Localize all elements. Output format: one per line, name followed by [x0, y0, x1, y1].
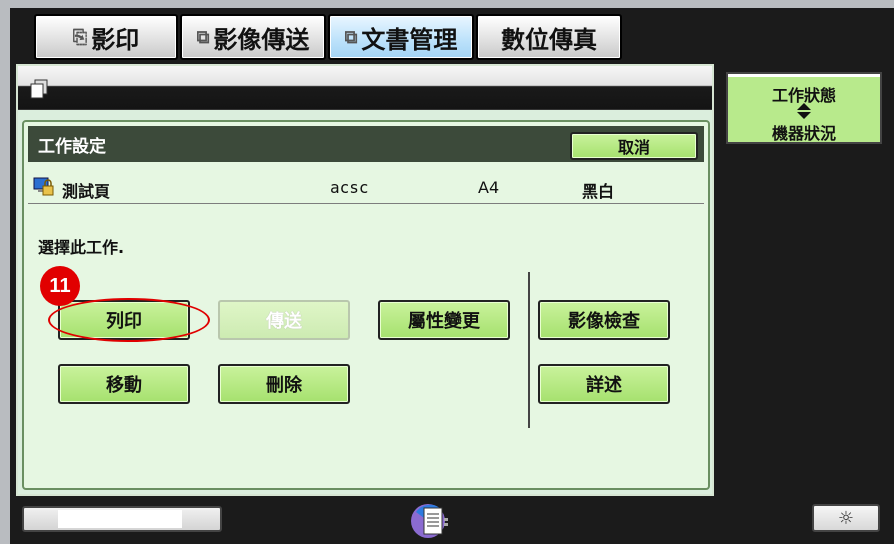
button-divider: [528, 272, 530, 428]
job-row[interactable]: 測試頁 acsc A4 黑白: [28, 170, 704, 204]
detail-label: 詳述: [586, 375, 622, 396]
job-paper-size: A4: [478, 178, 500, 197]
tab-document-filing[interactable]: ⧉ 文書管理: [328, 14, 474, 60]
document-status-icon[interactable]: [410, 502, 450, 540]
title-bar: [18, 66, 712, 110]
send-button: 傳送: [218, 300, 350, 340]
job-settings-panel: 工作設定 取消 測試頁 acsc A4 黑白 選擇此工作. 列印 傳送 屬性變更…: [22, 120, 710, 490]
tab-digital-fax[interactable]: 數位傳真: [476, 14, 622, 60]
property-change-button[interactable]: 屬性變更: [378, 300, 510, 340]
tab-image-send-label: 影像傳送: [213, 25, 310, 54]
delete-button[interactable]: 刪除: [218, 364, 350, 404]
job-name: 測試頁: [62, 182, 111, 201]
tab-document-filing-label: 文書管理: [361, 25, 458, 54]
tab-copy[interactable]: ⎘ 影印: [34, 14, 178, 60]
image-send-icon: ⧉: [196, 26, 210, 48]
cancel-button[interactable]: 取消: [570, 132, 698, 160]
step-number-badge: 11: [40, 266, 80, 306]
job-settings-title: 工作設定: [38, 136, 106, 157]
main-area: 工作設定 取消 測試頁 acsc A4 黑白 選擇此工作. 列印 傳送 屬性變更…: [16, 64, 714, 496]
document-filing-icon: ⧉: [344, 26, 358, 48]
documents-icon: [30, 79, 48, 99]
job-user: acsc: [330, 178, 369, 197]
progress-fill: [58, 510, 182, 528]
copy-icon: ⎘: [72, 26, 88, 48]
status-top-strip: [728, 74, 880, 77]
sun-icon: ☼: [837, 507, 855, 529]
bottom-bar: ☼: [10, 496, 894, 544]
image-check-label: 影像檢查: [568, 311, 640, 332]
tab-image-send[interactable]: ⧉ 影像傳送: [180, 14, 326, 60]
job-color-mode: 黑白: [582, 182, 615, 201]
image-check-button[interactable]: 影像檢查: [538, 300, 670, 340]
status-toggle-button[interactable]: 工作狀態 機器狀況: [726, 72, 882, 144]
progress-bar: [22, 506, 222, 532]
highlight-ring: [48, 298, 210, 342]
cancel-label: 取消: [617, 138, 650, 157]
move-label: 移動: [106, 375, 142, 396]
delete-label: 刪除: [266, 375, 302, 396]
locked-user-icon: [33, 177, 54, 196]
instruction-text: 選擇此工作.: [38, 238, 125, 257]
send-label: 傳送: [266, 311, 302, 332]
machine-status-label: 機器狀況: [771, 124, 836, 143]
detail-button[interactable]: 詳述: [538, 364, 670, 404]
brightness-button[interactable]: ☼: [812, 504, 880, 532]
tab-digital-fax-label: 數位傳真: [501, 25, 597, 54]
tab-copy-label: 影印: [91, 25, 140, 54]
property-change-label: 屬性變更: [408, 311, 480, 332]
up-down-arrow-icon: [797, 103, 811, 119]
move-button[interactable]: 移動: [58, 364, 190, 404]
screen-frame: ⎘ 影印 ⧉ 影像傳送 ⧉ 文書管理 數位傳真 工作設定 取消 測試頁 acsc…: [10, 8, 894, 544]
